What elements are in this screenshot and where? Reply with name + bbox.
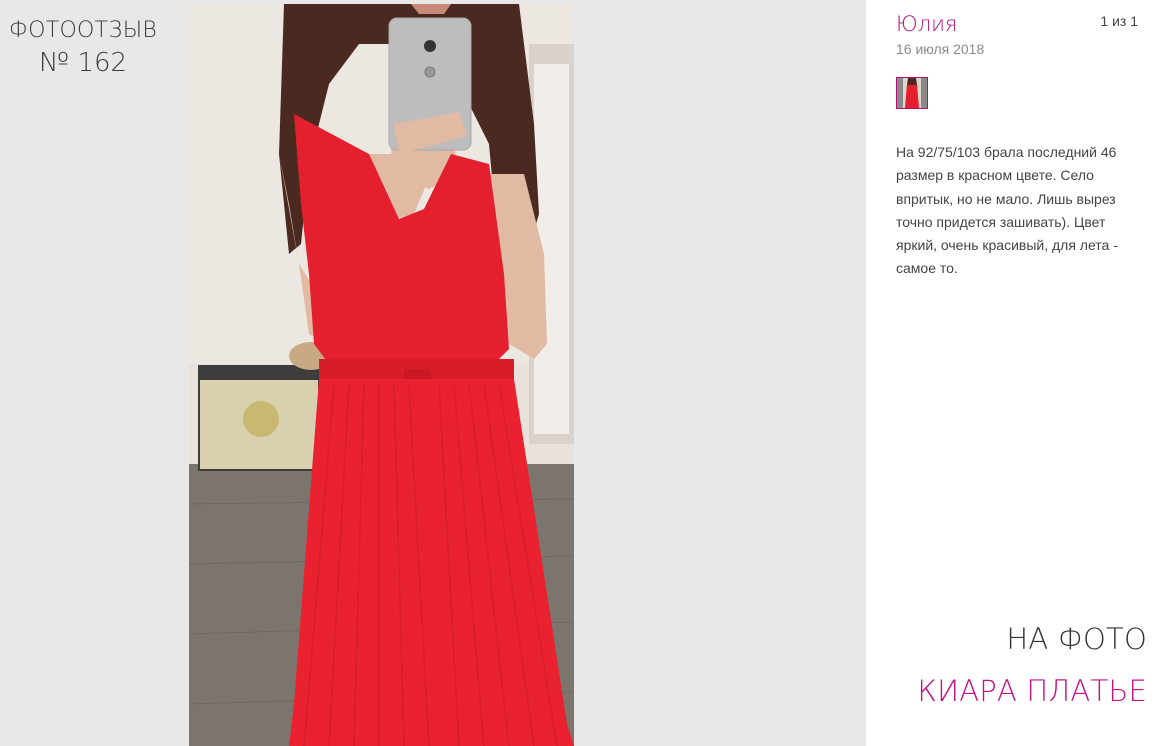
- review-photo[interactable]: [189, 4, 574, 746]
- review-date: 16 июля 2018: [896, 41, 985, 57]
- photo-thumbnail[interactable]: [896, 77, 928, 109]
- photo-counter: 1 из 1: [1100, 13, 1138, 29]
- review-heading: ФОТООТЗЫВ № 162: [0, 16, 166, 80]
- product-link[interactable]: КИАРА ПЛАТЬЕ: [917, 674, 1147, 708]
- review-heading-title: ФОТООТЗЫВ: [8, 18, 158, 43]
- review-author: Юлия: [896, 12, 958, 36]
- review-text: На 92/75/103 брала последний 46 размер в…: [896, 144, 1118, 277]
- review-sidebar: Юлия 1 из 1 16 июля 2018 На 92/75/103 бр…: [866, 0, 1164, 746]
- on-photo-label: НА ФОТО: [1006, 622, 1147, 656]
- review-heading-number: № 162: [38, 48, 128, 78]
- photo-viewer: ФОТООТЗЫВ № 162: [0, 0, 866, 746]
